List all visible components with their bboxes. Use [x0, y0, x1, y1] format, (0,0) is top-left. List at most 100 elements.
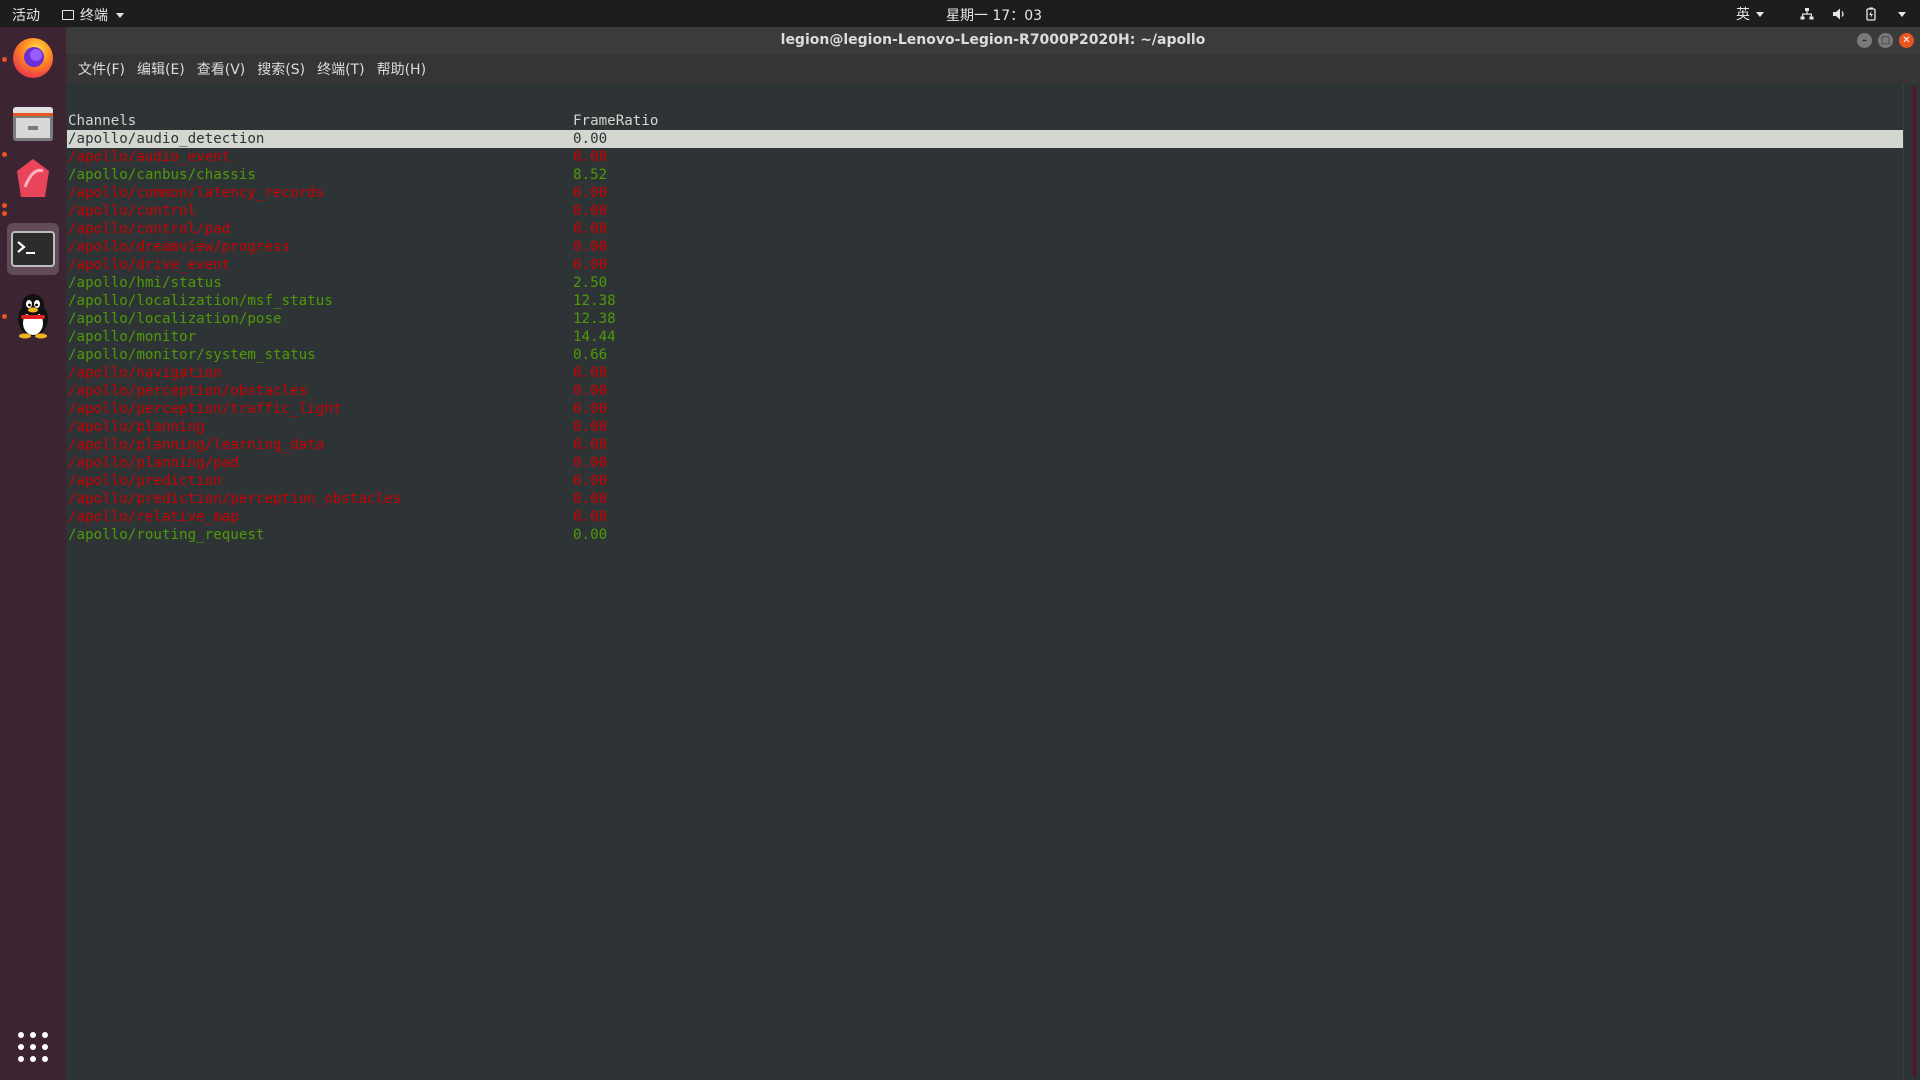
dock-item-firefox[interactable] — [7, 31, 59, 83]
dock-item-terminal[interactable] — [7, 223, 59, 275]
channel-row[interactable]: /apollo/localization/msf_status 12.38 — [67, 292, 1903, 310]
channels-header: Channels — [68, 113, 137, 129]
frame-ratio-value: 0.00 — [573, 239, 608, 255]
menu-edit[interactable]: 编辑(E) — [131, 59, 191, 79]
channel-row[interactable]: /apollo/hmi/status 2.50 — [67, 274, 1903, 292]
frame-ratio-value: 0.00 — [573, 455, 608, 471]
channel-row[interactable]: /apollo/audio_event 0.00 — [67, 148, 1903, 166]
channel-row[interactable]: /apollo/drive_event 0.00 — [67, 256, 1903, 274]
frame-ratio-value: 0.00 — [573, 509, 608, 525]
frame-ratio-value: 2.50 — [573, 275, 608, 291]
channel-name: /apollo/control — [68, 203, 197, 219]
close-button[interactable]: ✕ — [1899, 33, 1914, 48]
firefox-icon — [13, 38, 53, 78]
maximize-icon: □ — [1880, 35, 1891, 46]
scrollbar-track[interactable] — [1913, 86, 1916, 1076]
top-bar: 活动 终端 星期一 17：03 英 — [0, 0, 1920, 27]
scrollbar[interactable] — [1903, 84, 1920, 1080]
close-icon: ✕ — [1902, 35, 1911, 46]
channel-name: /apollo/planning — [68, 419, 205, 435]
frame-ratio-value: 0.00 — [573, 257, 608, 273]
channel-row[interactable]: /apollo/routing_request 0.00 — [67, 526, 1903, 544]
menu-search[interactable]: 搜索(S) — [251, 59, 311, 79]
channel-name: /apollo/drive_event — [68, 257, 231, 273]
channel-row[interactable]: /apollo/control/pad 0.00 — [67, 220, 1903, 238]
channel-name: /apollo/localization/pose — [68, 311, 282, 327]
channel-name: /apollo/planning/learning_data — [68, 437, 325, 453]
frame-ratio-value: 12.38 — [573, 311, 616, 327]
app-grid-icon — [18, 1032, 48, 1062]
window-titlebar[interactable]: legion@legion-Lenovo-Legion-R7000P2020H:… — [66, 27, 1920, 54]
channel-row[interactable]: /apollo/perception/traffic_light 0.00 — [67, 400, 1903, 418]
running-indicator — [2, 211, 7, 216]
channel-name: /apollo/prediction — [68, 473, 222, 489]
maximize-button[interactable]: □ — [1878, 33, 1893, 48]
frame-ratio-value: 0.00 — [573, 419, 608, 435]
frame-ratio-value: 0.00 — [573, 185, 608, 201]
app-red-icon — [17, 159, 49, 197]
dock-item-qq[interactable] — [7, 289, 59, 341]
running-indicator — [2, 152, 7, 157]
frame-ratio-value: 8.52 — [573, 167, 608, 183]
channel-row[interactable]: /apollo/monitor/system_status 0.66 — [67, 346, 1903, 364]
frame-ratio-value: 0.00 — [573, 491, 608, 507]
channel-name: /apollo/audio_detection — [68, 131, 265, 147]
channel-row[interactable]: /apollo/relative_map 0.00 — [67, 508, 1903, 526]
volume-icon — [1833, 8, 1844, 20]
channel-row[interactable]: /apollo/prediction 0.00 — [67, 472, 1903, 490]
channel-row[interactable]: /apollo/planning/pad 0.00 — [67, 454, 1903, 472]
system-tray[interactable]: 英 — [1736, 4, 1906, 24]
minimize-button[interactable]: – — [1857, 33, 1872, 48]
frame-ratio-value: 0.00 — [573, 383, 608, 399]
menu-view[interactable]: 查看(V) — [191, 59, 252, 79]
channel-name: /apollo/perception/traffic_light — [68, 401, 342, 417]
frame-ratio-value: 0.00 — [573, 437, 608, 453]
dock-item-app[interactable] — [7, 153, 59, 205]
frame-ratio-value: 0.00 — [573, 473, 608, 489]
qq-penguin-icon — [18, 294, 48, 339]
channel-name: /apollo/localization/msf_status — [68, 293, 333, 309]
channel-row[interactable]: /apollo/control 0.00 — [67, 202, 1903, 220]
files-icon — [13, 107, 53, 141]
channel-row[interactable]: /apollo/canbus/chassis 8.52 — [67, 166, 1903, 184]
terminal-icon — [11, 231, 55, 267]
channel-row[interactable]: /apollo/planning/learning_data 0.00 — [67, 436, 1903, 454]
input-method-label: 英 — [1736, 7, 1750, 23]
menu-bar: 文件(F) 编辑(E) 查看(V) 搜索(S) 终端(T) 帮助(H) — [66, 54, 1920, 84]
show-applications-button[interactable] — [7, 1021, 59, 1073]
channel-name: /apollo/navigation — [68, 365, 222, 381]
battery-icon — [1866, 7, 1876, 21]
channel-row[interactable]: /apollo/dreamview/progress 0.00 — [67, 238, 1903, 256]
dock-item-files[interactable] — [7, 97, 59, 149]
channel-name: /apollo/audio_event — [68, 149, 231, 165]
channel-row[interactable]: /apollo/prediction/perception_obstacles 0… — [67, 490, 1903, 508]
channel-name: /apollo/canbus/chassis — [68, 167, 256, 183]
frame-ratio-value: 0.00 — [573, 527, 608, 543]
channel-name: /apollo/perception/obstacles — [68, 383, 308, 399]
clock[interactable]: 星期一 17：03 — [0, 5, 1920, 25]
menu-help[interactable]: 帮助(H) — [371, 59, 432, 79]
frame-ratio-value: 12.38 — [573, 293, 616, 309]
channel-name: /apollo/monitor — [68, 329, 197, 345]
channel-row[interactable]: /apollo/navigation 0.00 — [67, 364, 1903, 382]
channel-row[interactable]: /apollo/localization/pose 12.38 — [67, 310, 1903, 328]
channel-row[interactable]: /apollo/planning 0.00 — [67, 418, 1903, 436]
frame-ratio-header: FrameRatio — [573, 113, 659, 129]
channel-row[interactable]: /apollo/audio_detection 0.00 — [67, 130, 1903, 148]
chevron-down-icon — [1756, 11, 1764, 17]
frame-ratio-value: 0.00 — [573, 131, 608, 147]
running-indicator — [2, 203, 7, 208]
menu-file[interactable]: 文件(F) — [72, 59, 131, 79]
channel-name: /apollo/prediction/perception_obstacles — [68, 491, 402, 507]
channel-row[interactable]: /apollo/perception/obstacles 0.00 — [67, 382, 1903, 400]
channel-row[interactable]: /apollo/common/latency_records 0.00 — [67, 184, 1903, 202]
input-method-indicator[interactable]: 英 — [1736, 4, 1764, 24]
frame-ratio-value: 0.00 — [573, 221, 608, 237]
menu-terminal[interactable]: 终端(T) — [311, 59, 370, 79]
frame-ratio-value: 0.00 — [573, 401, 608, 417]
frame-ratio-value: 0.00 — [573, 149, 608, 165]
frame-ratio-value: 14.44 — [573, 329, 616, 345]
terminal-content[interactable]: Channels FrameRatio /apollo/audio_detect… — [66, 84, 1904, 1080]
channel-row[interactable]: /apollo/monitor 14.44 — [67, 328, 1903, 346]
minimize-icon: – — [1862, 35, 1867, 46]
